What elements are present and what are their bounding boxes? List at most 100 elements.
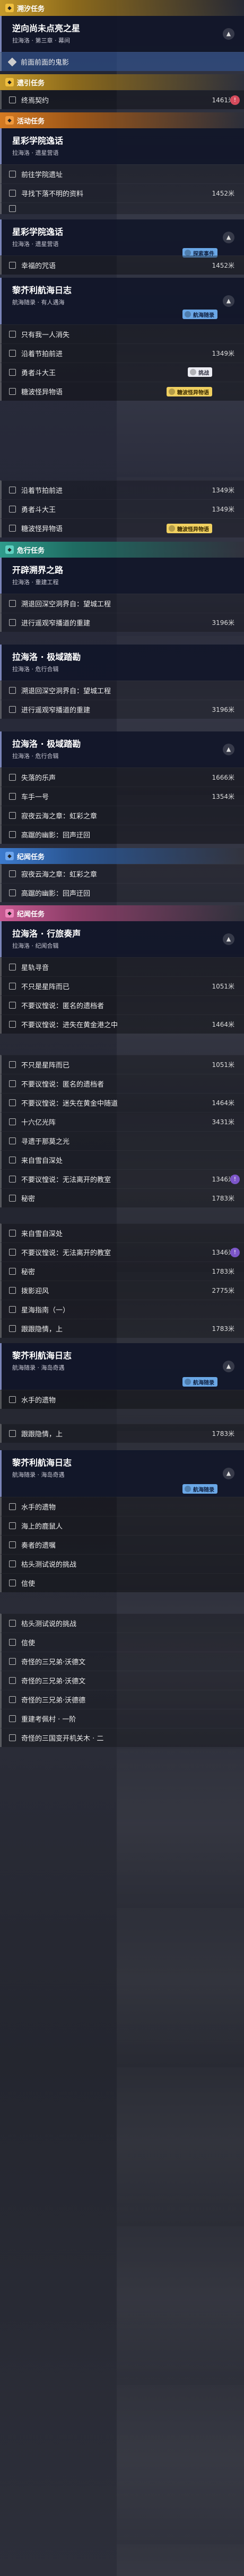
quest-objective[interactable]: 前面前面的鬼影	[0, 52, 244, 71]
quest-objective[interactable]: 拨影迎风 2775米	[0, 1281, 244, 1300]
quest-objective[interactable]	[0, 202, 244, 214]
badge-icon	[190, 369, 196, 375]
section-label: 纪闻任务	[17, 910, 45, 919]
quest-objective[interactable]: 十六亿光阵 3431米	[0, 1112, 244, 1131]
quest-objective[interactable]: 来自雪自深处	[0, 1150, 244, 1169]
chevron-up-icon[interactable]: ▲	[223, 1361, 234, 1372]
quest-objective[interactable]: 海上的鹿鼠人	[0, 1516, 244, 1535]
quest-objective[interactable]: 沿着节拍前进 1349米	[0, 480, 244, 499]
checkbox-icon	[9, 1118, 16, 1125]
quest-header[interactable]: 逆向尚未点亮之星 拉海洛 · 第三章 · 幕间 ▲	[0, 16, 244, 52]
quest-objective[interactable]: 不要议惶说：迷失在黄金中随道 1464米	[0, 1093, 244, 1112]
objective-label: 溯退回深空洞界自：望城工程	[21, 601, 111, 608]
quest-objective[interactable]: 跟跟隐情，上 1783米	[0, 1319, 244, 1338]
objective-label: 奇怪的三国变开机关木 · 二	[21, 1735, 104, 1743]
quest-header[interactable]: 黎芥利航海日志 航海随录 · 海岛奇遇 ▲ 航海随录	[0, 1343, 244, 1390]
quest-objective[interactable]: 进行遥观窄播道的重建 3196米	[0, 613, 244, 632]
quest-objective[interactable]: 奇怪的三兄弟·沃德德	[0, 1690, 244, 1709]
quest-objective[interactable]: 寂夜云海之章：虹彩之章	[0, 864, 244, 883]
checkbox-icon	[9, 369, 16, 376]
objective-label: 不只是星阵而已	[21, 1062, 70, 1070]
checkbox-icon	[9, 388, 16, 395]
quest-objective[interactable]: 不要议惶说：匿名的遗档者	[0, 1074, 244, 1093]
chevron-up-icon[interactable]: ▲	[223, 232, 234, 243]
quest-objective[interactable]: 不要议惶说：无法离开的教室 1346米 !	[0, 1169, 244, 1188]
quest-objective[interactable]: 水手的遗物	[0, 1497, 244, 1516]
quest-objective[interactable]: 不只是星阵而已 1051米	[0, 976, 244, 995]
badge-label: 航海随录	[193, 1380, 214, 1386]
quest-objective[interactable]: 进行遥观窄播道的重建 3196米	[0, 700, 244, 719]
quest-objective[interactable]: 水手的遗物	[0, 1390, 244, 1409]
quest-objective[interactable]: 重建考佩村 · 一阶	[0, 1709, 244, 1728]
quest-objective[interactable]: 幸福的咒语 1452米	[0, 255, 244, 275]
quest-objective[interactable]: 沿着节拍前进 1349米	[0, 343, 244, 363]
chevron-up-icon[interactable]: ▲	[223, 1468, 234, 1479]
quest-objective[interactable]: 枯头测试说的挑战	[0, 1554, 244, 1573]
badge-icon	[185, 1486, 191, 1492]
quest-objective[interactable]: 终焉契约 1461米 !	[0, 90, 244, 109]
quest-objective[interactable]: 跟跟隐情，上 1783米	[0, 1424, 244, 1443]
quest-header[interactable]: 拉海洛 · 极域踏勘 拉海洛 · 危行合辑	[0, 645, 244, 681]
section-icon: ◆	[5, 116, 14, 125]
quest-objective[interactable]: 奇怪的三国变开机关木 · 二	[0, 1728, 244, 1747]
quest-objective[interactable]: 枯头测试说的挑战	[0, 1613, 244, 1633]
quest-objective[interactable]: 不只是星阵而已 1051米	[0, 1055, 244, 1074]
quest-objective[interactable]: 信使	[0, 1633, 244, 1652]
checkbox-icon	[9, 525, 16, 532]
objective-label: 秘密	[21, 1195, 36, 1203]
objective-label: 不要议惶说：迷失在黄金中随道	[21, 1100, 118, 1108]
quest-objective[interactable]: 前往学院遗址	[0, 164, 244, 183]
chevron-up-icon[interactable]: ▲	[223, 933, 234, 945]
objective-distance: 1349米	[212, 506, 234, 513]
chevron-up-icon[interactable]: ▲	[223, 744, 234, 755]
quest-title: 星彩学院逸话	[12, 227, 64, 237]
checkbox-icon	[9, 1430, 16, 1437]
quest-objective[interactable]: 糖波怪异物语 糖波怪异物语	[0, 382, 244, 401]
quest-objective[interactable]: 星海指南（一）	[0, 1300, 244, 1319]
quest-objective[interactable]: 寻遗于那莫之光	[0, 1131, 244, 1150]
objective-distance: 1051米	[212, 1061, 234, 1069]
objective-distance: 1666米	[212, 774, 234, 781]
quest-list[interactable]: ◆ 溯汐任务 逆向尚未点亮之星 拉海洛 · 第三章 · 幕间 ▲ 前面前面的鬼影…	[0, 0, 244, 2576]
quest-objective[interactable]: 勇者斗大王 挑战	[0, 363, 244, 382]
quest-objective[interactable]: 来自雪自深处	[0, 1223, 244, 1242]
quest-objective[interactable]: 失落的乐声 1666米	[0, 767, 244, 787]
quest-objective[interactable]: 溯退回深空洞界自：望城工程	[0, 681, 244, 700]
quest-header[interactable]: 黎芥利航海日志 航海随录 · 海岛奇遇 ▲ 航海随录	[0, 1450, 244, 1497]
chevron-up-icon[interactable]: ▲	[223, 295, 234, 307]
quest-header[interactable]: 星彩学院逸话 拉海洛 · 遗星营语 ▲ 探索事件	[0, 219, 244, 258]
quest-objective[interactable]: 高踞的幽影：回声迂回	[0, 883, 244, 902]
story-badge: 糖波怪异物语	[167, 387, 212, 396]
quest-objective[interactable]: 溯退回深空洞界自：望城工程	[0, 594, 244, 613]
quest-objective[interactable]: 奏者的遗嘱	[0, 1535, 244, 1554]
quest-objective[interactable]: 星轨寻音	[0, 957, 244, 976]
quest-objective[interactable]: 秘密 1783米	[0, 1261, 244, 1281]
objective-label: 寂夜云海之章：虹彩之章	[21, 813, 98, 821]
quest-objective[interactable]: 糖波怪异物语 糖波怪异物语	[0, 518, 244, 537]
quest-header[interactable]: 拉海洛 · 极域踏勘 拉海洛 · 危行合辑 ▲	[0, 731, 244, 767]
quest-header[interactable]: 星彩学院逸话 拉海洛 · 遗星营语	[0, 128, 244, 164]
chevron-up-icon[interactable]: ▲	[223, 28, 234, 40]
quest-objective[interactable]: 秘密 1783米	[0, 1188, 244, 1207]
quest-header[interactable]: 开辟溯界之路 拉海洛 · 重建工程	[0, 558, 244, 594]
quest-objective[interactable]: 奇怪的三兄弟·沃德文	[0, 1652, 244, 1671]
quest-objective[interactable]: 勇者斗大王 1349米	[0, 499, 244, 518]
quest-objective[interactable]: 奇怪的三兄弟·沃德文	[0, 1671, 244, 1690]
quest-title: 拉海洛 · 极域踏勘	[12, 652, 81, 662]
badge-icon	[185, 311, 191, 317]
quest-subtitle: 拉海洛 · 纪闻合辑	[12, 942, 59, 949]
checkbox-icon	[9, 1715, 16, 1722]
quest-objective[interactable]: 高踞的幽影：回声迂回	[0, 825, 244, 844]
quest-objective[interactable]: 寻找下落不明的资料 1452米	[0, 183, 244, 202]
quest-objective[interactable]: 不要议惶说：进失在黄金港之中 1464米	[0, 1014, 244, 1034]
quest-objective[interactable]: 信使	[0, 1573, 244, 1592]
quest-objective[interactable]: 寂夜云海之章：虹彩之章	[0, 806, 244, 825]
quest-objective[interactable]: 只有我一人消失	[0, 324, 244, 343]
section-icon: ◆	[5, 545, 14, 554]
quest-header[interactable]: 拉海洛 · 行旅奏声 拉海洛 · 纪闻合辑 ▲	[0, 921, 244, 957]
quest-objective[interactable]: 不要议惶说：无法离开的教室 1346米 !	[0, 1242, 244, 1261]
quest-header[interactable]: 黎芥利航海日志 航海随录 · 有人遇海 ▲ 航海随录	[0, 278, 244, 324]
quest-objective[interactable]: 车手一号 1354米	[0, 787, 244, 806]
quest-objective[interactable]: 不要议惶说：匿名的遗档者	[0, 995, 244, 1014]
section-icon: ◆	[5, 909, 14, 918]
